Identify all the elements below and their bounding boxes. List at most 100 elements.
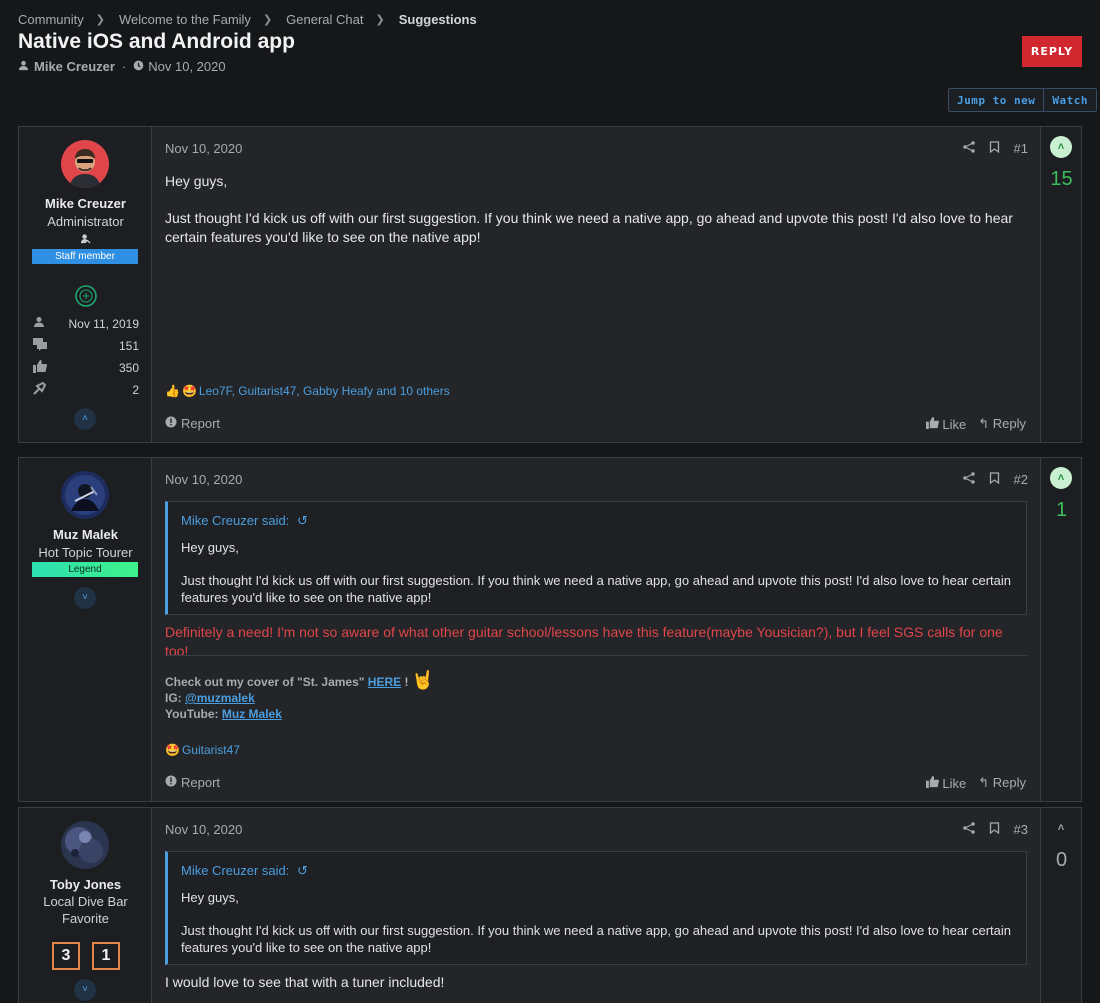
avatar[interactable] [61, 821, 109, 869]
report-link[interactable]: Report [165, 416, 220, 431]
trophy-badge: 3 [52, 942, 80, 970]
like-button[interactable]: Like [925, 416, 966, 432]
user-icon [18, 59, 29, 74]
post-author-name[interactable]: Muz Malek [19, 527, 152, 542]
reactions-bar: 👍 🤩 Leo7F, Guitarist47, Gabby Heafy and … [165, 384, 450, 398]
thread-author-link[interactable]: Mike Creuzer [34, 59, 115, 74]
post-user-panel: Mike Creuzer Administrator Staff member … [19, 127, 152, 442]
page-title: Native iOS and Android app [18, 30, 295, 53]
signature-line: YouTube: Muz Malek [165, 706, 434, 722]
reactions-bar: 🤩 Guitarist47 [165, 743, 240, 757]
rank-emblem-icon [75, 285, 97, 310]
jump-to-quote-icon: ↺ [297, 863, 308, 878]
post-footer-actions: Like ↰ Reply [925, 775, 1026, 791]
quote-text: Just thought I'd kick us off with our fi… [181, 573, 1012, 605]
post-text: Just thought I'd kick us off with our fi… [165, 210, 1013, 245]
post-footer-actions: Like ↰ Reply [925, 416, 1026, 432]
quote-header[interactable]: Mike Creuzer said: ↺ [181, 512, 1013, 529]
legend-badge: Legend [32, 562, 138, 577]
post-actions: #2 [962, 472, 1028, 487]
reply-button[interactable]: REPLY [1022, 36, 1082, 67]
avatar[interactable] [61, 140, 109, 188]
bookmark-icon[interactable] [989, 141, 1000, 156]
reply-post-button[interactable]: ↰ Reply [978, 775, 1026, 791]
collapse-user-info-button[interactable]: ˄ [74, 408, 96, 430]
messages-icon [33, 338, 47, 354]
rock-hand-icon: 🤘 [411, 670, 435, 690]
signature: Check out my cover of "St. James" HERE !… [165, 670, 435, 722]
watch-button[interactable]: Watch [1043, 89, 1096, 111]
post-body: Nov 10, 2020 #1 Hey guys, Just thought I… [152, 127, 1040, 442]
expand-user-info-button[interactable]: ˅ [74, 587, 96, 609]
quote-text: Hey guys, [181, 890, 239, 905]
expand-user-info-button[interactable]: ˅ [74, 979, 96, 1001]
post-author-name[interactable]: Mike Creuzer [19, 196, 152, 211]
quote-header[interactable]: Mike Creuzer said: ↺ [181, 862, 1013, 879]
post-1: Mike Creuzer Administrator Staff member … [18, 126, 1082, 443]
clock-icon [133, 59, 144, 74]
share-icon[interactable] [962, 472, 975, 487]
upvote-button[interactable]: ˄ [1050, 467, 1072, 489]
quote-block: Mike Creuzer said: ↺ Hey guys, Just thou… [165, 851, 1027, 965]
reply-arrow-icon: ↰ [978, 775, 990, 790]
joined-row: Nov 11, 2019 [33, 316, 139, 331]
report-link[interactable]: Report [165, 775, 220, 790]
upvote-button[interactable]: ˄ [1050, 817, 1072, 839]
thread-action-group: Jump to new Watch [948, 88, 1097, 112]
like-button[interactable]: Like [925, 775, 967, 791]
thread-date[interactable]: Nov 10, 2020 [148, 59, 225, 74]
joined-date: Nov 11, 2019 [68, 316, 140, 331]
upvote-button[interactable]: ˄ [1050, 136, 1072, 158]
signature-text: Check out my cover of "St. James" [165, 675, 365, 689]
post-date[interactable]: Nov 10, 2020 [165, 472, 242, 487]
avatar[interactable] [61, 471, 109, 519]
vote-panel: ˄ 15 [1040, 127, 1081, 442]
vote-count: 1 [1055, 499, 1068, 521]
signature-youtube-link[interactable]: Muz Malek [222, 707, 282, 721]
breadcrumb: Community ❯ Welcome to the Family ❯ Gene… [18, 12, 477, 27]
post-body: Nov 10, 2020 #3 Mike Creuzer said: ↺ Hey… [152, 808, 1040, 1003]
post-number[interactable]: #2 [1014, 472, 1028, 487]
trophy-icon [33, 381, 47, 398]
post-actions: #3 [962, 822, 1028, 837]
report-label: Report [181, 416, 221, 431]
report-label: Report [181, 775, 221, 790]
reply-arrow-icon: ↰ [978, 416, 990, 431]
reaction-list-link[interactable]: Guitarist47 [182, 743, 240, 757]
post-user-panel: Toby Jones Local Dive Bar Favorite ˅ [19, 808, 152, 1003]
reaction-list-link[interactable]: Leo7F, Guitarist47, Gabby Heafy and 10 o… [199, 384, 450, 398]
post-number[interactable]: #3 [1014, 822, 1028, 837]
quote-text: Just thought I'd kick us off with our fi… [181, 923, 1012, 955]
share-icon[interactable] [962, 822, 975, 837]
post-date[interactable]: Nov 10, 2020 [165, 141, 242, 156]
vote-panel: ˄ 0 [1040, 808, 1081, 1003]
post-number[interactable]: #1 [1014, 141, 1028, 156]
breadcrumb-suggestions[interactable]: Suggestions [399, 12, 477, 27]
jump-to-new-button[interactable]: Jump to new [949, 89, 1044, 111]
thumbs-up-icon [925, 416, 939, 432]
share-icon[interactable] [962, 141, 975, 156]
love-reaction-icon: 🤩 [181, 384, 197, 398]
love-reaction-icon: 🤩 [165, 743, 180, 757]
vote-panel: ˄ 1 [1040, 458, 1081, 801]
like-label: Like [942, 775, 967, 791]
chevron-right-icon: ❯ [375, 14, 385, 26]
signature-cover-link[interactable]: HERE [368, 675, 401, 689]
breadcrumb-general-chat[interactable]: General Chat [286, 12, 363, 27]
breadcrumb-welcome[interactable]: Welcome to the Family [119, 12, 251, 27]
post-2: Muz Malek Hot Topic Tourer Legend ˅ Nov … [18, 457, 1082, 802]
signature-divider [165, 655, 1027, 656]
signature-line: IG: @muzmalek [165, 690, 434, 706]
breadcrumb-community[interactable]: Community [18, 12, 84, 27]
reply-post-button[interactable]: ↰ Reply [978, 416, 1026, 432]
bookmark-icon[interactable] [989, 822, 1000, 837]
staff-badge: Staff member [32, 249, 138, 264]
reaction-score: 350 [118, 361, 139, 375]
points-row: 2 [33, 381, 139, 398]
bookmark-icon[interactable] [989, 472, 1000, 487]
post-date[interactable]: Nov 10, 2020 [165, 822, 242, 837]
quote-block: Mike Creuzer said: ↺ Hey guys, Just thou… [165, 501, 1027, 615]
signature-ig-link[interactable]: @muzmalek [185, 691, 255, 705]
admin-icon [79, 231, 92, 247]
post-author-name[interactable]: Toby Jones [19, 877, 152, 892]
